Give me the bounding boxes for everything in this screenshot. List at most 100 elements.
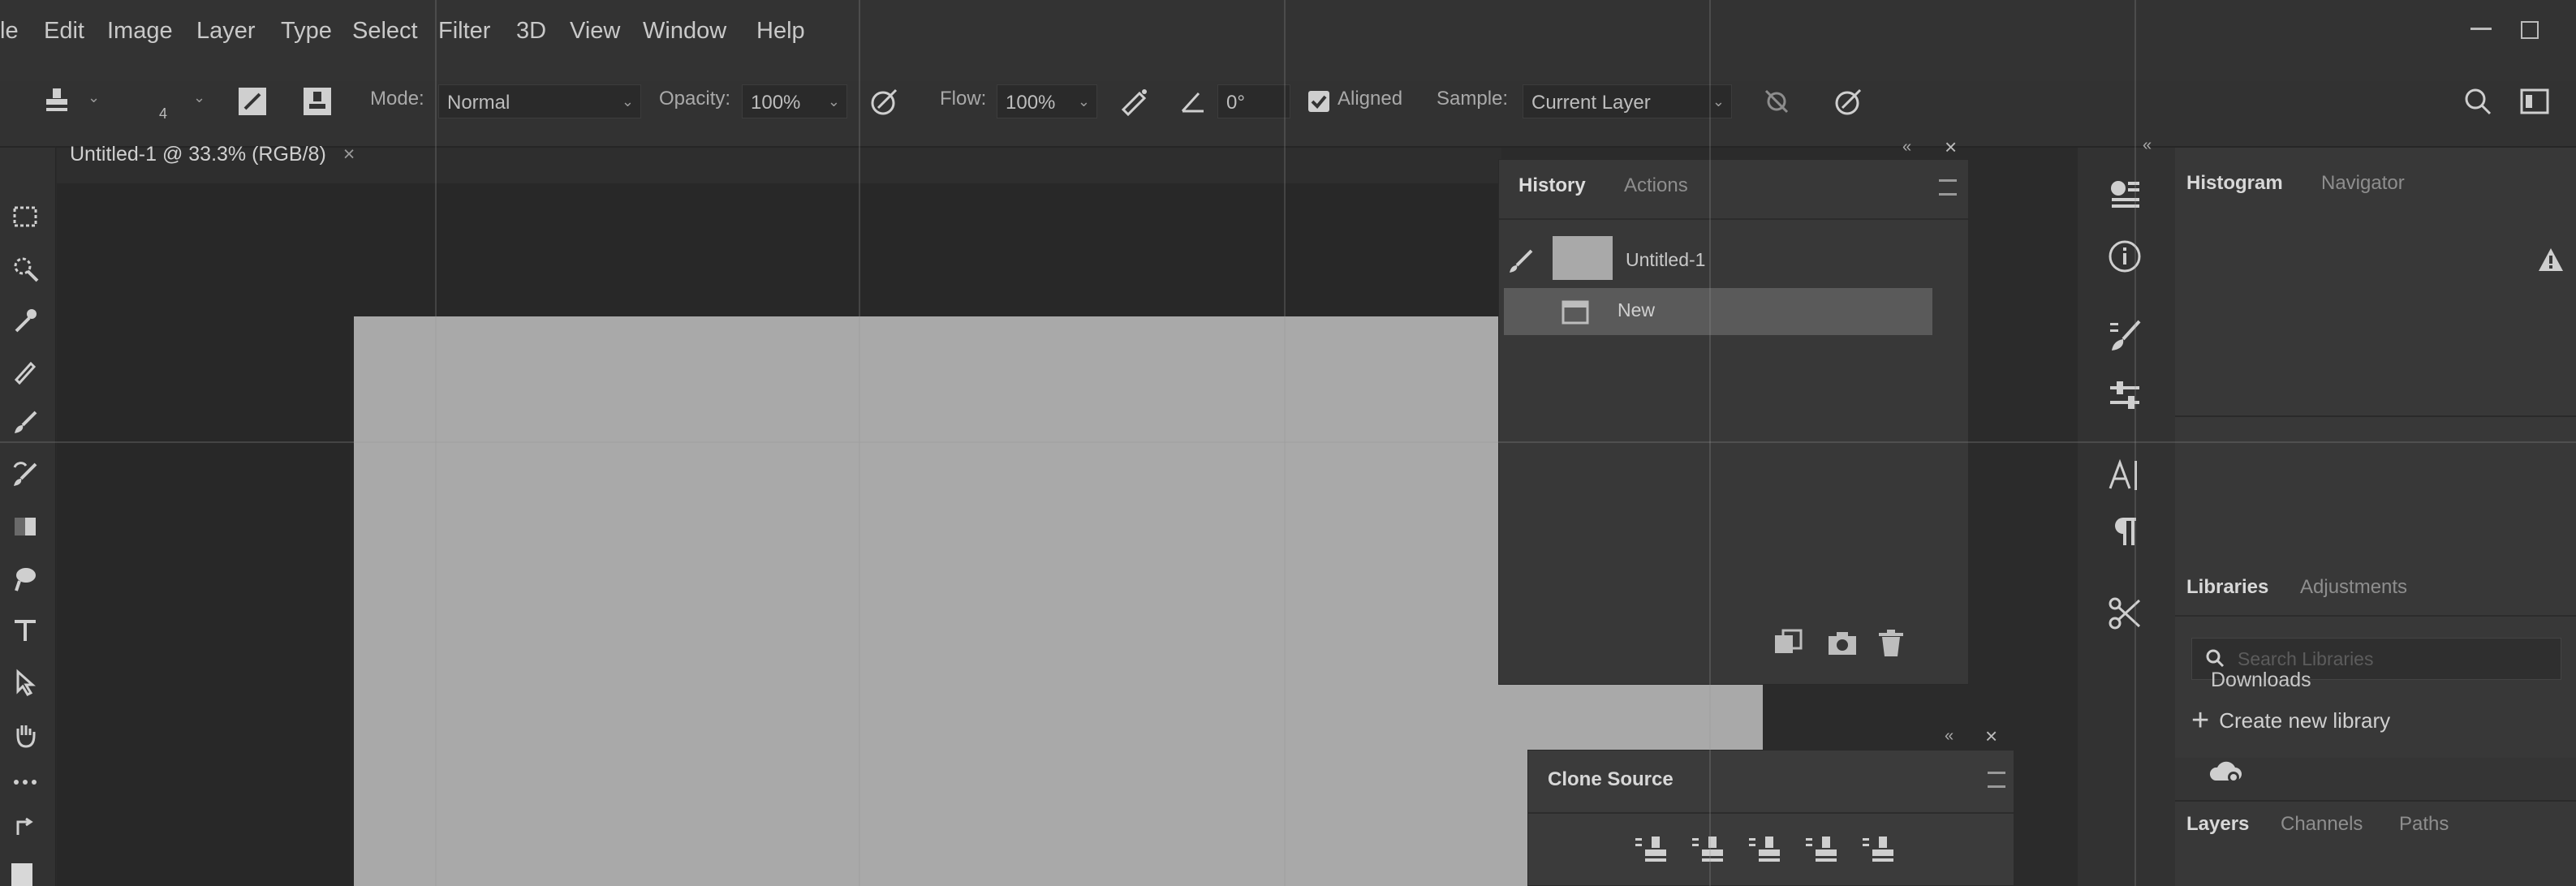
tab-navigator[interactable]: Navigator <box>2321 172 2405 195</box>
panel-menu-icon[interactable] <box>1939 179 1957 196</box>
menu-window[interactable]: Window <box>643 18 726 45</box>
close-tab-icon[interactable]: × <box>343 143 355 166</box>
create-library-label: Create new library <box>2219 708 2391 733</box>
restore-button[interactable] <box>2521 21 2539 39</box>
marquee-tool-icon[interactable] <box>5 196 45 237</box>
collapse-dock-icon[interactable]: « <box>2143 136 2152 155</box>
camera-icon[interactable] <box>1827 630 1858 656</box>
menu-image[interactable]: Image <box>107 18 173 45</box>
history-state-row[interactable]: New <box>1504 288 1932 335</box>
search-icon[interactable] <box>2458 81 2498 122</box>
sample-value: Current Layer <box>1531 92 1651 114</box>
menu-3d[interactable]: 3D <box>516 18 546 45</box>
pressure-opacity-icon[interactable] <box>864 83 906 120</box>
mode-select[interactable]: Normal ⌄ <box>438 84 641 118</box>
menu-edit[interactable]: Edit <box>44 18 84 45</box>
clone-source-4-icon[interactable] <box>1804 835 1840 864</box>
aligned-checkbox[interactable] <box>1308 91 1329 112</box>
properties-panel-icon[interactable] <box>2107 177 2143 213</box>
history-panel: History Actions Untitled-1 New <box>1498 159 1969 685</box>
tab-adjustments[interactable]: Adjustments <box>2300 576 2407 599</box>
history-brush-source-icon[interactable] <box>1507 247 1535 275</box>
tab-paths[interactable]: Paths <box>2399 813 2449 836</box>
more-tools-icon[interactable] <box>5 766 45 798</box>
path-selection-tool-icon[interactable] <box>5 662 45 703</box>
flow-input[interactable]: 100% ⌄ <box>997 84 1097 118</box>
angle-input[interactable]: 0° <box>1217 84 1290 118</box>
chevron-down-icon: ⌄ <box>1712 93 1725 110</box>
menu-type[interactable]: Type <box>281 18 332 45</box>
collapse-panel-icon[interactable]: « <box>1902 138 1911 157</box>
opacity-value: 100% <box>751 92 801 114</box>
collapse-panel-icon[interactable]: « <box>1945 727 1954 746</box>
document-tab[interactable]: Untitled-1 @ 33.3% (RGB/8) × <box>70 143 355 166</box>
paragraph-panel-icon[interactable] <box>2107 513 2143 548</box>
menu-bar: le Edit Image Layer Type Select Filter 3… <box>0 0 2576 81</box>
brush-picker-chevron-icon[interactable]: ⌄ <box>193 89 205 106</box>
tab-histogram[interactable]: Histogram <box>2186 172 2283 195</box>
aligned-label: Aligned <box>1338 88 1403 110</box>
eyedropper-tool-icon[interactable] <box>5 300 45 341</box>
character-panel-icon[interactable] <box>2107 458 2143 493</box>
right-panel-column: Histogram Navigator Libraries Adjustment… <box>2175 148 2576 886</box>
minimize-button[interactable] <box>2470 28 2492 30</box>
brush-settings-panel-icon[interactable] <box>2107 318 2143 354</box>
plus-icon: + <box>2191 703 2210 738</box>
trash-icon[interactable] <box>1877 629 1905 658</box>
clone-stamp-tool-icon[interactable] <box>32 81 81 122</box>
history-snapshot-row[interactable]: Untitled-1 <box>1499 236 1968 283</box>
history-brush-tool-icon[interactable] <box>5 454 45 495</box>
tab-history[interactable]: History <box>1518 174 1586 197</box>
close-panel-icon[interactable]: × <box>1945 135 1957 160</box>
tool-presets-icon[interactable] <box>2107 596 2143 631</box>
quick-selection-tool-icon[interactable] <box>5 248 45 289</box>
downloads-item[interactable]: Downloads <box>2211 669 2311 692</box>
adjustments-sliders-icon[interactable] <box>2107 378 2143 414</box>
new-document-state-icon <box>1561 298 1590 325</box>
foreground-color-swatch[interactable] <box>11 863 32 886</box>
gradient-tool-icon[interactable] <box>5 506 45 547</box>
grid-line <box>2134 0 2136 886</box>
panel-menu-icon[interactable] <box>1988 772 2005 788</box>
tab-actions[interactable]: Actions <box>1624 174 1688 197</box>
brush-settings-icon[interactable] <box>234 83 271 120</box>
clone-source-2-icon[interactable] <box>1691 835 1726 864</box>
type-tool-icon[interactable] <box>5 610 45 651</box>
clone-source-panel-toggle-icon[interactable] <box>299 83 336 120</box>
chevron-down-icon: ⌄ <box>621 93 634 110</box>
menu-select[interactable]: Select <box>352 18 418 45</box>
smudge-tool-icon[interactable] <box>5 558 45 599</box>
menu-filter[interactable]: Filter <box>438 18 490 45</box>
new-document-from-state-icon[interactable] <box>1772 629 1804 658</box>
menu-file[interactable]: le <box>0 18 19 45</box>
clone-source-5-icon[interactable] <box>1861 835 1897 864</box>
history-state-label: New <box>1618 299 1656 320</box>
swap-colors-icon[interactable] <box>5 811 45 844</box>
info-icon[interactable] <box>2107 239 2143 274</box>
cloud-sync-icon[interactable] <box>2208 758 2243 785</box>
menu-view[interactable]: View <box>570 18 620 45</box>
menu-help[interactable]: Help <box>756 18 805 45</box>
pencil-tool-icon[interactable] <box>5 351 45 391</box>
grid-line <box>859 0 860 886</box>
create-library-button[interactable]: + Create new library <box>2191 703 2390 738</box>
pressure-size-icon[interactable] <box>1828 83 1870 120</box>
tab-layers[interactable]: Layers <box>2186 813 2249 836</box>
mode-value: Normal <box>447 92 510 114</box>
opacity-input[interactable]: 100% ⌄ <box>742 84 847 118</box>
hand-tool-icon[interactable] <box>5 714 45 755</box>
clone-source-3-icon[interactable] <box>1747 835 1783 864</box>
warning-icon[interactable] <box>2537 247 2565 273</box>
brush-size-label: 4 <box>159 105 168 122</box>
close-panel-icon[interactable]: × <box>1985 724 1997 749</box>
airbrush-icon[interactable] <box>1114 83 1156 120</box>
tool-preset-chevron-icon[interactable]: ⌄ <box>88 89 100 106</box>
tab-libraries[interactable]: Libraries <box>2186 576 2268 599</box>
sample-select[interactable]: Current Layer ⌄ <box>1523 84 1732 118</box>
clone-source-1-icon[interactable] <box>1634 835 1669 864</box>
brush-tool-icon[interactable] <box>5 402 45 443</box>
ignore-adjustment-layers-icon[interactable] <box>1756 83 1797 120</box>
workspace-icon[interactable] <box>2514 81 2555 122</box>
menu-layer[interactable]: Layer <box>196 18 256 45</box>
tab-channels[interactable]: Channels <box>2281 813 2363 836</box>
